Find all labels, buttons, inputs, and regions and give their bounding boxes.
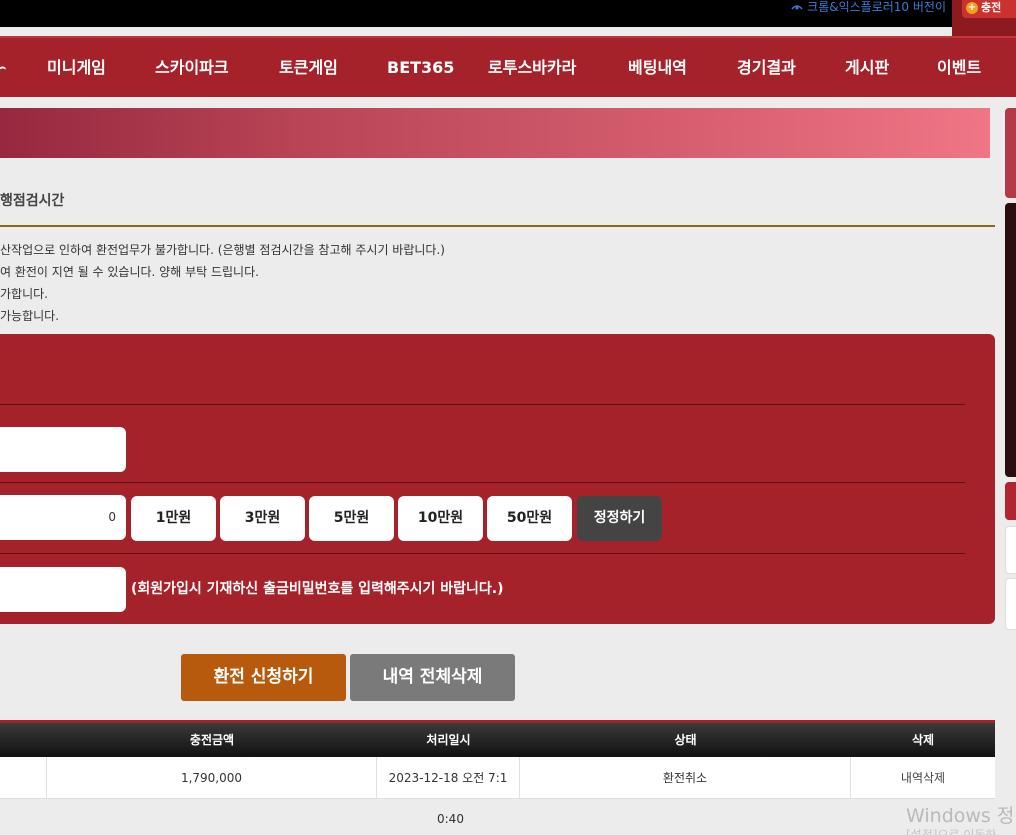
column-header-delete: 삭제 xyxy=(911,733,935,747)
nav-item-bet365[interactable]: BET365 xyxy=(387,38,454,99)
form-divider xyxy=(0,482,965,483)
table-cell-status: 환전취소 xyxy=(520,757,851,799)
reset-button[interactable]: 정정하기 xyxy=(577,496,662,541)
page-banner xyxy=(0,108,990,158)
table-cell-amount: 1,790,000 xyxy=(47,757,377,799)
form-divider xyxy=(0,553,965,554)
form-divider xyxy=(0,404,965,405)
side-panel-white-2[interactable] xyxy=(1005,578,1016,630)
quick-amount-50k-button[interactable]: 5만원 xyxy=(309,496,394,541)
column-header-amount: 충전금액 xyxy=(189,733,235,747)
table-row: 1,790,000 2023-12-18 오전 7:1 환전취소 내역삭제 xyxy=(0,757,995,799)
browser-notice-text: 크롬&익스플로러10 버전이 xyxy=(807,0,946,14)
main-nav: ∽ 미니게임 스카이파크 토큰게임 BET365 로투스바카라 베팅내역 경기결… xyxy=(0,36,1016,97)
nav-item-skypark[interactable]: 스카이파크 xyxy=(155,38,229,99)
table-cell-datetime-overflow: 0:40 xyxy=(437,812,464,826)
eye-icon xyxy=(791,0,803,10)
quick-amount-10k-button[interactable]: 1만원 xyxy=(131,496,216,541)
divider xyxy=(0,225,995,227)
charge-label: 충전 xyxy=(981,1,1002,14)
side-panel-top[interactable] xyxy=(1005,108,1016,198)
submit-exchange-button[interactable]: 환전 신청하기 xyxy=(181,654,346,701)
nav-item-match-results[interactable]: 경기결과 xyxy=(737,38,796,99)
table-cell-datetime: 2023-12-18 오전 7:1 xyxy=(377,757,520,799)
amount-input[interactable]: 0 xyxy=(0,495,126,540)
exchange-form: 0 1만원 3만원 5만원 10만원 50만원 정정하기 (회원가입시 기재하신… xyxy=(0,334,995,624)
nav-item-tokengame[interactable]: 토큰게임 xyxy=(279,38,338,99)
password-note: (회원가입시 기재하신 출금비밀번호를 입력해주시기 바랍니다.) xyxy=(131,581,504,597)
charge-button[interactable]: + 충전 xyxy=(962,0,1016,18)
notice-line: 가능합니다. xyxy=(0,309,60,323)
table-cell-partial xyxy=(0,757,47,799)
account-field[interactable] xyxy=(0,427,126,472)
table-header: 충전금액 처리일시 상태 삭제 xyxy=(0,720,995,757)
side-panel-dark[interactable] xyxy=(1005,203,1016,477)
notice-line: 여 환전이 지연 될 수 있습니다. 양해 부탁 드립니다. xyxy=(0,265,259,279)
notice-list: 산작업으로 인하여 환전업무가 불가합니다. (은행별 점검시간을 참고해 주시… xyxy=(0,240,445,328)
side-panel-white-1[interactable] xyxy=(1005,526,1016,574)
nav-item-partial[interactable]: ∽ xyxy=(0,38,7,99)
nav-item-event[interactable]: 이벤트 xyxy=(937,38,981,99)
column-header-datetime: 처리일시 xyxy=(426,733,471,747)
plus-circle-icon: + xyxy=(966,2,978,14)
notice-line: 가합니다. xyxy=(0,287,48,301)
side-panel-red[interactable] xyxy=(1005,482,1016,520)
browser-notice[interactable]: 크롬&익스플로러10 버전이 xyxy=(791,0,946,14)
column-header-status: 상태 xyxy=(674,733,697,747)
windows-activation-watermark: Windows 정 xyxy=(906,805,1015,827)
withdraw-password-field[interactable] xyxy=(0,567,126,612)
section-title: 행점검시간 xyxy=(0,193,65,209)
notice-line: 산작업으로 인하여 환전업무가 불가합니다. (은행별 점검시간을 참고해 주시… xyxy=(0,243,445,257)
quick-amount-100k-button[interactable]: 10만원 xyxy=(398,496,483,541)
quick-amount-30k-button[interactable]: 3만원 xyxy=(220,496,305,541)
nav-item-minigame[interactable]: 미니게임 xyxy=(47,38,106,99)
delete-all-history-button[interactable]: 내역 전체삭제 xyxy=(350,654,515,701)
nav-item-lotus-baccarat[interactable]: 로투스바카라 xyxy=(488,38,576,99)
delete-row-link[interactable]: 내역삭제 xyxy=(851,757,995,799)
nav-item-bet-history[interactable]: 베팅내역 xyxy=(628,38,687,99)
nav-item-board[interactable]: 게시판 xyxy=(845,38,889,99)
top-bar: 크롬&익스플로러10 버전이 xyxy=(0,0,952,27)
quick-amount-500k-button[interactable]: 50만원 xyxy=(487,496,572,541)
windows-activation-subtext: [설정]으로 이동하 xyxy=(906,828,997,835)
